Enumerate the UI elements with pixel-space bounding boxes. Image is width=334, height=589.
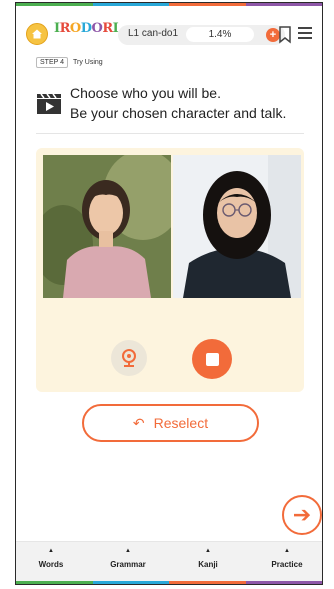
undo-arrow-icon: ↶: [132, 414, 145, 431]
arrow-right-icon: ➔: [292, 502, 312, 527]
caret-up-icon: ▲: [48, 548, 54, 554]
reselect-label: Reselect: [153, 415, 209, 431]
webcam-icon: [122, 349, 136, 367]
next-arrow-button[interactable]: ➔: [282, 495, 322, 535]
instruction-text: Choose who you will be. Be your chosen c…: [70, 83, 286, 123]
reselect-button[interactable]: ↶ Reselect: [82, 404, 259, 442]
divider: [36, 133, 304, 134]
step-label: Try Using: [73, 59, 103, 66]
nav-label: Practice: [271, 560, 303, 569]
nav-kanji[interactable]: ▲ Kanji: [178, 548, 238, 569]
menu-icon[interactable]: [298, 27, 312, 41]
app-frame: IRODORI L1 can-do1 1.4% + STEP 4 Try Usin…: [15, 2, 323, 585]
user-camera-photo: [173, 155, 301, 298]
step-badge: STEP 4: [36, 57, 68, 68]
bookmark-icon[interactable]: [278, 26, 292, 44]
top-color-stripe: [16, 3, 322, 6]
camera-toggle-button[interactable]: [111, 340, 147, 376]
home-icon: [32, 29, 42, 39]
clapperboard-icon: [37, 93, 61, 114]
nav-grammar[interactable]: ▲ Grammar: [98, 548, 158, 569]
home-button[interactable]: [26, 23, 48, 45]
step-indicator: STEP 4 Try Using: [36, 57, 103, 68]
stop-recording-button[interactable]: [192, 339, 232, 379]
video-panel: [36, 148, 304, 392]
instruction-line-1: Choose who you will be.: [70, 85, 221, 101]
nav-label: Kanji: [198, 560, 218, 569]
nav-label: Grammar: [110, 560, 146, 569]
caret-up-icon: ▲: [284, 548, 290, 554]
lesson-name: L1 can-do1: [128, 28, 179, 39]
nav-label: Words: [38, 560, 64, 569]
nav-words[interactable]: ▲ Words: [21, 548, 81, 569]
instruction-line-2: Be your chosen character and talk.: [70, 105, 287, 121]
bottom-color-stripe: [16, 581, 322, 584]
character-photo-left: [43, 155, 171, 298]
bottom-nav: ▲ Words ▲ Grammar ▲ Kanji ▲ Practice: [16, 541, 322, 584]
user-camera-video[interactable]: [173, 155, 301, 298]
instruction-block: Choose who you will be. Be your chosen c…: [36, 83, 306, 131]
header: IRODORI L1 can-do1 1.4% +: [16, 17, 322, 51]
lesson-progress-pill[interactable]: L1 can-do1 1.4% +: [118, 25, 285, 45]
irodori-logo[interactable]: IRODORI: [54, 21, 119, 36]
nav-practice[interactable]: ▲ Practice: [257, 548, 317, 569]
character-video-left[interactable]: [43, 155, 171, 298]
progress-percent: 1.4%: [186, 27, 254, 42]
caret-up-icon: ▲: [125, 548, 131, 554]
caret-up-icon: ▲: [205, 548, 211, 554]
stop-icon: [205, 352, 219, 366]
